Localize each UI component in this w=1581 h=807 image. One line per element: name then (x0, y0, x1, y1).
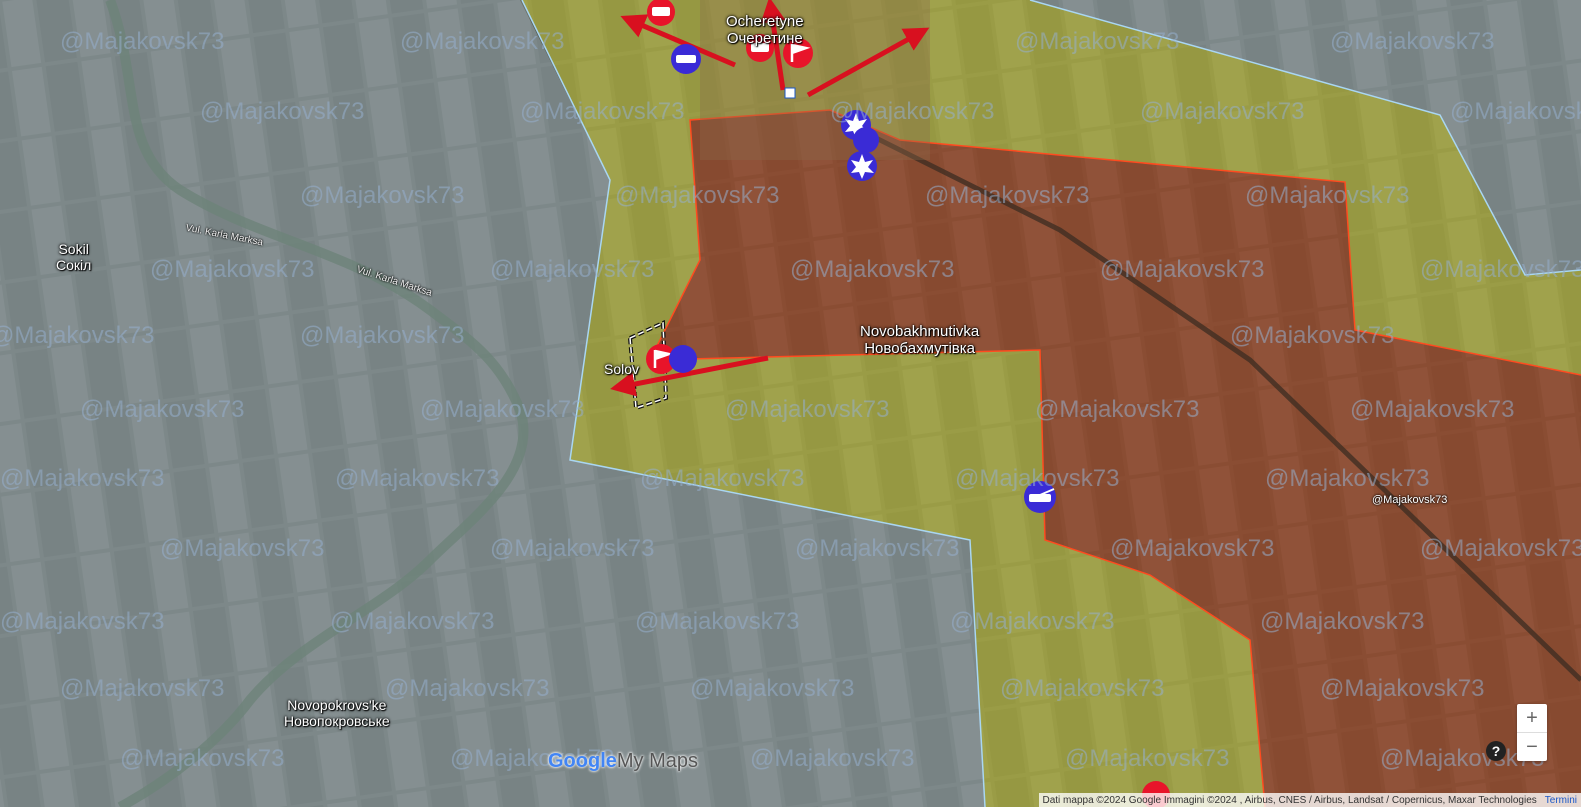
zoom-out-button[interactable]: − (1517, 732, 1547, 761)
ua-ifv-marker[interactable] (671, 44, 701, 74)
author-handle: @Majakovsk73 (1372, 494, 1448, 506)
map-attribution: Dati mappa ©2024 Google Immagini ©2024 ,… (1038, 793, 1581, 807)
ua-explosion-marker-solovyove[interactable] (669, 345, 697, 373)
google-mymaps-logo[interactable]: GoogleMy Maps (548, 750, 698, 773)
map-canvas[interactable]: @Majakovsk73 @Majakovsk73 @Majakovsk73 @… (0, 0, 1581, 807)
bus-stop-icon (784, 87, 796, 99)
terms-link[interactable]: Termini (1545, 795, 1577, 806)
place-novobakhmutivka: Novobakhmutivka Новобахмутівка (860, 323, 980, 357)
zoom-control: + − (1517, 704, 1547, 761)
satellite-base (0, 0, 1581, 807)
place-sokil: Sokil Сокіл (56, 241, 92, 273)
ua-armor-marker[interactable] (1024, 481, 1056, 513)
place-novopokrovske: Novopokrovs'ke Новопокровське (284, 697, 390, 729)
attribution-text: Dati mappa ©2024 Google Immagini ©2024 ,… (1042, 794, 1537, 806)
help-button[interactable]: ? (1486, 741, 1506, 761)
place-ocheretyne: Ocheretyne Очеретине (726, 13, 804, 47)
zoom-in-button[interactable]: + (1517, 704, 1547, 732)
place-solovyove: Solov (604, 361, 640, 377)
ua-explosion-marker-3[interactable] (847, 151, 877, 181)
ua-explosion-marker-2[interactable] (853, 127, 879, 153)
